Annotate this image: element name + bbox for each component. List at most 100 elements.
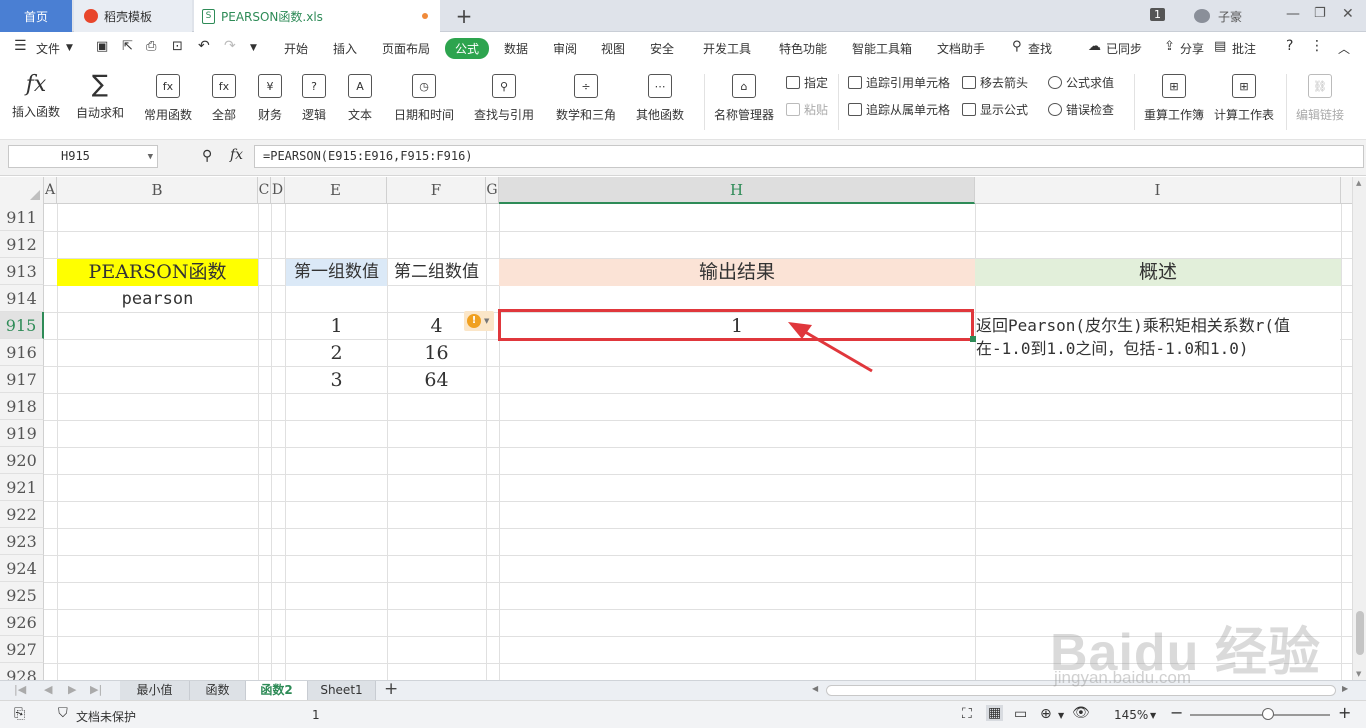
last-sheet-icon[interactable]: ▶|: [90, 683, 102, 696]
sheet-tab-min[interactable]: 最小值: [120, 681, 190, 701]
fullscreen-icon[interactable]: ⛶: [962, 706, 972, 722]
row-header[interactable]: 927: [0, 636, 44, 663]
select-all-corner[interactable]: [0, 177, 44, 204]
chevron-down-icon[interactable]: ▼: [1150, 711, 1156, 720]
print-preview-icon[interactable]: ⊡: [172, 39, 183, 54]
menu-item-start[interactable]: 开始: [284, 40, 308, 57]
insert-function-button[interactable]: fx 插入函数: [12, 70, 60, 120]
chevron-down-icon[interactable]: ▼: [1058, 711, 1064, 720]
add-sheet-button[interactable]: +: [384, 679, 398, 699]
row-header-selected[interactable]: 915: [0, 312, 44, 339]
finance-button[interactable]: ¥ 财务: [258, 70, 282, 123]
trace-precedents-button[interactable]: 追踪引用单元格: [848, 74, 950, 91]
menu-item-formula[interactable]: 公式: [445, 38, 490, 59]
user-name[interactable]: 子豪: [1218, 8, 1242, 25]
row-header[interactable]: 919: [0, 420, 44, 447]
sheet-tab-sheet1[interactable]: Sheet1: [308, 681, 376, 701]
menu-sync[interactable]: 已同步: [1106, 40, 1142, 57]
sheet-tab-func[interactable]: 函数: [190, 681, 246, 701]
normal-view-icon[interactable]: ▦: [986, 705, 1004, 721]
row-header[interactable]: 918: [0, 393, 44, 420]
vertical-scrollbar[interactable]: ▲ ▼: [1352, 177, 1366, 680]
menu-item-review[interactable]: 审阅: [553, 40, 577, 57]
menu-item-assistant[interactable]: 文档助手: [937, 40, 985, 57]
show-formulas-button[interactable]: 显示公式: [962, 101, 1028, 118]
hamburger-icon[interactable]: ☰: [14, 38, 27, 54]
column-header-c[interactable]: C: [258, 177, 271, 204]
cell-e913-header[interactable]: 第一组数值: [286, 259, 387, 286]
first-sheet-icon[interactable]: |◀: [14, 683, 26, 696]
row-header[interactable]: 917: [0, 366, 44, 393]
recalc-workbook-button[interactable]: ⊞ 重算工作簿: [1144, 70, 1204, 123]
autosum-button[interactable]: ∑ 自动求和: [76, 70, 124, 121]
column-header-g[interactable]: G: [486, 177, 499, 204]
error-check-button[interactable]: 错误检查: [1048, 101, 1114, 118]
collapse-ribbon-icon[interactable]: ︿: [1338, 40, 1350, 57]
close-icon[interactable]: ✕: [1342, 6, 1354, 22]
remove-arrows-button[interactable]: 移去箭头: [962, 74, 1028, 91]
restore-icon[interactable]: ❐: [1314, 6, 1326, 21]
column-header-h[interactable]: H: [499, 177, 975, 204]
cell-b914[interactable]: pearson: [57, 286, 258, 313]
math-button[interactable]: ÷ 数学和三角: [556, 70, 616, 123]
comment-icon[interactable]: ▤: [1214, 39, 1226, 54]
share-icon[interactable]: ⇪: [1164, 39, 1175, 54]
cell-h913-header[interactable]: 输出结果: [499, 259, 975, 286]
print-icon[interactable]: ⎙: [146, 39, 156, 54]
recalc-sheet-button[interactable]: ⊞ 计算工作表: [1214, 70, 1274, 123]
row-header[interactable]: 924: [0, 555, 44, 582]
cell-f913-header[interactable]: 第二组数值: [387, 259, 486, 286]
sync-icon[interactable]: ☁: [1088, 39, 1101, 54]
cell-e915[interactable]: 1: [286, 313, 387, 340]
menu-item-features[interactable]: 特色功能: [779, 40, 827, 57]
row-header[interactable]: 912: [0, 231, 44, 258]
menu-item-developer[interactable]: 开发工具: [703, 40, 751, 57]
cell-b913-title[interactable]: PEARSON函数: [57, 259, 258, 286]
menu-item-layout[interactable]: 页面布局: [382, 40, 430, 57]
text-button[interactable]: A 文本: [348, 70, 372, 123]
more-icon[interactable]: ⋮: [1310, 38, 1324, 54]
column-header-e[interactable]: E: [285, 177, 387, 204]
avatar[interactable]: [1194, 9, 1210, 23]
tab-template[interactable]: 稻壳模板: [74, 0, 192, 32]
zoom-formula-icon[interactable]: ⚲: [202, 148, 212, 164]
assign-button[interactable]: 指定: [786, 74, 828, 91]
menu-share[interactable]: 分享: [1180, 40, 1204, 57]
cell-e916[interactable]: 2: [286, 340, 387, 367]
evaluate-formula-button[interactable]: 公式求值: [1048, 74, 1114, 91]
page-layout-icon[interactable]: ▭: [1014, 706, 1027, 722]
redo-icon[interactable]: ↷: [224, 38, 236, 54]
cell-i913-header[interactable]: 概述: [975, 259, 1341, 286]
datetime-button[interactable]: ◷ 日期和时间: [394, 70, 454, 123]
fill-handle[interactable]: [970, 336, 976, 342]
eye-protection-icon[interactable]: 👁: [1072, 705, 1090, 721]
lookup-button[interactable]: ⚲ 查找与引用: [474, 70, 534, 123]
menu-item-insert[interactable]: 插入: [333, 40, 357, 57]
row-header[interactable]: 926: [0, 609, 44, 636]
row-header[interactable]: 911: [0, 204, 44, 231]
scroll-down-icon[interactable]: ▼: [1356, 670, 1361, 678]
paste-name-button[interactable]: 粘贴: [786, 101, 828, 118]
formula-input[interactable]: =PEARSON(E915:E916,F915:F916): [254, 145, 1364, 168]
row-header[interactable]: 913: [0, 258, 44, 285]
spreadsheet-grid[interactable]: A B C D E F G H I 911 912 913 914 915 91…: [0, 177, 1352, 680]
name-box[interactable]: H915 ▼: [8, 145, 158, 168]
menu-item-security[interactable]: 安全: [650, 40, 674, 57]
row-header[interactable]: 921: [0, 474, 44, 501]
horizontal-scrollbar[interactable]: [826, 685, 1336, 696]
menu-item-view[interactable]: 视图: [601, 40, 625, 57]
zoom-slider[interactable]: [1190, 714, 1330, 716]
name-manager-button[interactable]: ⌂ 名称管理器: [714, 70, 774, 123]
column-header-f[interactable]: F: [387, 177, 486, 204]
zoom-level[interactable]: 145%: [1114, 708, 1148, 722]
new-tab-button[interactable]: +: [452, 0, 476, 32]
menu-file[interactable]: 文件: [36, 40, 60, 57]
cell-e917[interactable]: 3: [286, 367, 387, 394]
column-header-a[interactable]: A: [44, 177, 57, 204]
error-smart-tag[interactable]: ! ▼: [464, 311, 494, 331]
minimize-icon[interactable]: —: [1286, 6, 1300, 22]
next-sheet-icon[interactable]: ▶: [68, 683, 76, 696]
other-functions-button[interactable]: ⋯ 其他函数: [636, 70, 684, 123]
protection-status[interactable]: 文档未保护: [76, 708, 136, 725]
column-header-d[interactable]: D: [271, 177, 285, 204]
